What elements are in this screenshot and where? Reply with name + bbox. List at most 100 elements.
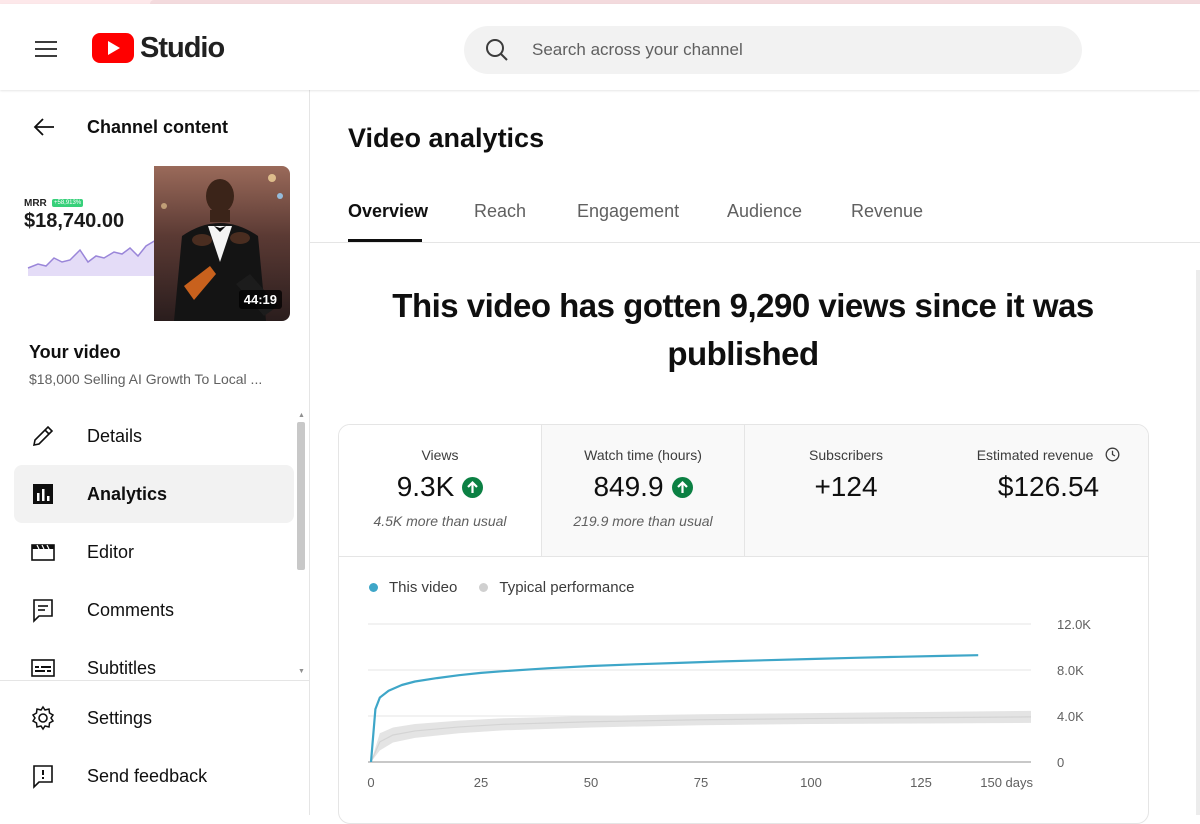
metric-label: Subscribers xyxy=(809,447,883,463)
views-line-chart[interactable]: 12.0K 8.0K 4.0K 0 0 25 50 75 100 125 150 days xyxy=(339,605,1149,824)
tab-reach[interactable]: Reach xyxy=(474,201,526,222)
video-title[interactable]: $18,000 Selling AI Growth To Local ... xyxy=(29,371,279,387)
feedback-icon xyxy=(33,765,53,789)
trend-up-icon xyxy=(671,476,693,498)
y-tick-label: 0 xyxy=(1057,755,1064,770)
legend-dot xyxy=(369,583,378,592)
tab-revenue[interactable]: Revenue xyxy=(851,201,923,222)
search-input[interactable] xyxy=(532,40,1012,60)
metric-subscribers[interactable]: Subscribers +124 xyxy=(745,425,948,557)
x-tick-label: 25 xyxy=(474,775,488,790)
x-tick-label: 75 xyxy=(694,775,708,790)
your-video-label: Your video xyxy=(29,342,121,362)
studio-logo[interactable]: Studio xyxy=(92,31,225,64)
menu-icon-bar xyxy=(35,55,57,57)
y-tick-label: 12.0K xyxy=(1057,617,1091,632)
sidebar-item-label: Details xyxy=(87,425,143,446)
sidebar-item-label: Settings xyxy=(87,707,153,728)
metric-label: Watch time (hours) xyxy=(584,447,702,463)
metrics-divider xyxy=(339,556,1148,557)
sidebar-item-editor[interactable]: Editor xyxy=(14,523,294,581)
x-tick-label: 125 xyxy=(910,775,932,790)
metric-comparison: 4.5K more than usual xyxy=(373,513,507,529)
menu-icon-bar xyxy=(35,48,57,50)
sidebar-item-send-feedback[interactable]: Send feedback xyxy=(14,747,294,805)
sidebar-item-analytics[interactable]: Analytics xyxy=(14,465,294,523)
search-icon[interactable] xyxy=(482,35,512,65)
clock-icon[interactable] xyxy=(1105,447,1120,462)
metric-value: +124 xyxy=(814,471,878,502)
sidebar-scrollbar[interactable] xyxy=(297,422,305,570)
page-title: Video analytics xyxy=(348,123,545,153)
legend-label: This video xyxy=(389,579,458,596)
metric-comparison: 219.9 more than usual xyxy=(573,513,713,529)
this-video-line xyxy=(369,654,979,763)
legend-item-typical-performance: Typical performance xyxy=(479,579,634,596)
x-tick-label: 50 xyxy=(584,775,598,790)
logo-text: Studio xyxy=(140,31,225,64)
metric-label-row: Estimated revenue xyxy=(947,447,1148,463)
sidebar-item-label: Comments xyxy=(87,599,175,620)
sidebar-item-label: Subtitles xyxy=(87,657,157,678)
sidebar-item-label: Send feedback xyxy=(87,765,208,786)
metric-views[interactable]: Views 9.3K 4.5K more than usual xyxy=(339,425,542,557)
metric-estimated-revenue[interactable]: Estimated revenue $126.54 xyxy=(947,425,1148,557)
trend-up-icon xyxy=(462,476,484,498)
metric-watch-time[interactable]: Watch time (hours) 849.9 219.9 more than… xyxy=(542,425,745,557)
menu-icon xyxy=(35,41,57,43)
scroll-down-arrow-icon[interactable]: ▼ xyxy=(298,668,305,675)
arrow-back-icon xyxy=(33,118,54,136)
scroll-up-arrow-icon[interactable]: ▲ xyxy=(298,412,305,419)
top-app-bar: Studio xyxy=(0,4,1200,90)
sidebar-divider xyxy=(0,680,309,681)
back-label: Channel content xyxy=(87,116,229,137)
y-tick-label: 8.0K xyxy=(1057,663,1084,678)
sidebar-item-label: Editor xyxy=(87,541,135,562)
metrics-card: Views 9.3K 4.5K more than usual Watch ti… xyxy=(338,424,1149,824)
video-thumbnail[interactable]: MRR +58,913% $18,740.00 44:19 xyxy=(24,166,290,321)
headline: This video has gotten 9,290 views since … xyxy=(392,287,1094,372)
sidebar-nav: Details Analytics Editor Comments Subtit… xyxy=(0,410,309,680)
legend-dot xyxy=(479,583,489,592)
metric-value: 849.9 xyxy=(593,471,664,502)
metric-value: $126.54 xyxy=(997,471,1100,502)
thumbnail-mini-chart xyxy=(27,239,157,276)
x-tick-label: 150 days xyxy=(980,775,1033,790)
thumbnail-mrr-amount: $18,740.00 xyxy=(24,210,125,232)
chart-legend: This video Typical performance xyxy=(369,579,656,596)
hamburger-menu-button[interactable] xyxy=(24,31,68,67)
y-tick-label: 4.0K xyxy=(1057,709,1084,724)
subtitles-icon xyxy=(31,659,55,677)
sidebar-item-details[interactable]: Details xyxy=(14,410,294,465)
search-bar[interactable] xyxy=(464,26,1082,74)
typical-performance-band xyxy=(371,710,1031,762)
thumbnail-mrr-badge: +58,913% xyxy=(52,199,84,207)
tab-overview[interactable]: Overview xyxy=(348,201,428,222)
gear-icon xyxy=(31,705,55,731)
metric-label: Estimated revenue xyxy=(976,447,1094,463)
active-tab-indicator xyxy=(348,239,422,242)
youtube-play-icon xyxy=(92,33,134,63)
sidebar-item-label: Analytics xyxy=(87,483,168,504)
metric-value: 9.3K xyxy=(396,471,455,502)
tab-audience[interactable]: Audience xyxy=(727,201,802,222)
sidebar-item-settings[interactable]: Settings xyxy=(14,689,294,747)
back-to-channel-content[interactable]: Channel content xyxy=(0,104,309,150)
analytics-tabs: Overview Reach Engagement Audience Reven… xyxy=(310,190,1200,243)
sidebar-item-comments[interactable]: Comments xyxy=(14,581,294,639)
metric-label: Views xyxy=(421,447,459,463)
video-duration-badge: 44:19 xyxy=(238,290,282,309)
comment-icon xyxy=(33,599,53,623)
tab-engagement[interactable]: Engagement xyxy=(577,201,679,222)
sidebar-item-subtitles[interactable]: Subtitles xyxy=(14,639,294,680)
thumbnail-mrr-label: MRR xyxy=(24,198,47,209)
legend-label: Typical performance xyxy=(499,579,635,596)
clapperboard-icon xyxy=(31,544,55,561)
page-scrollbar-track[interactable] xyxy=(1196,270,1200,815)
analytics-icon xyxy=(33,484,53,504)
x-tick-label: 0 xyxy=(367,775,374,790)
pencil-icon xyxy=(32,425,54,447)
left-sidebar: Channel content MRR +58,913% $18,740.00 xyxy=(0,90,310,815)
x-tick-label: 100 xyxy=(800,775,822,790)
legend-item-this-video: This video xyxy=(369,579,457,596)
